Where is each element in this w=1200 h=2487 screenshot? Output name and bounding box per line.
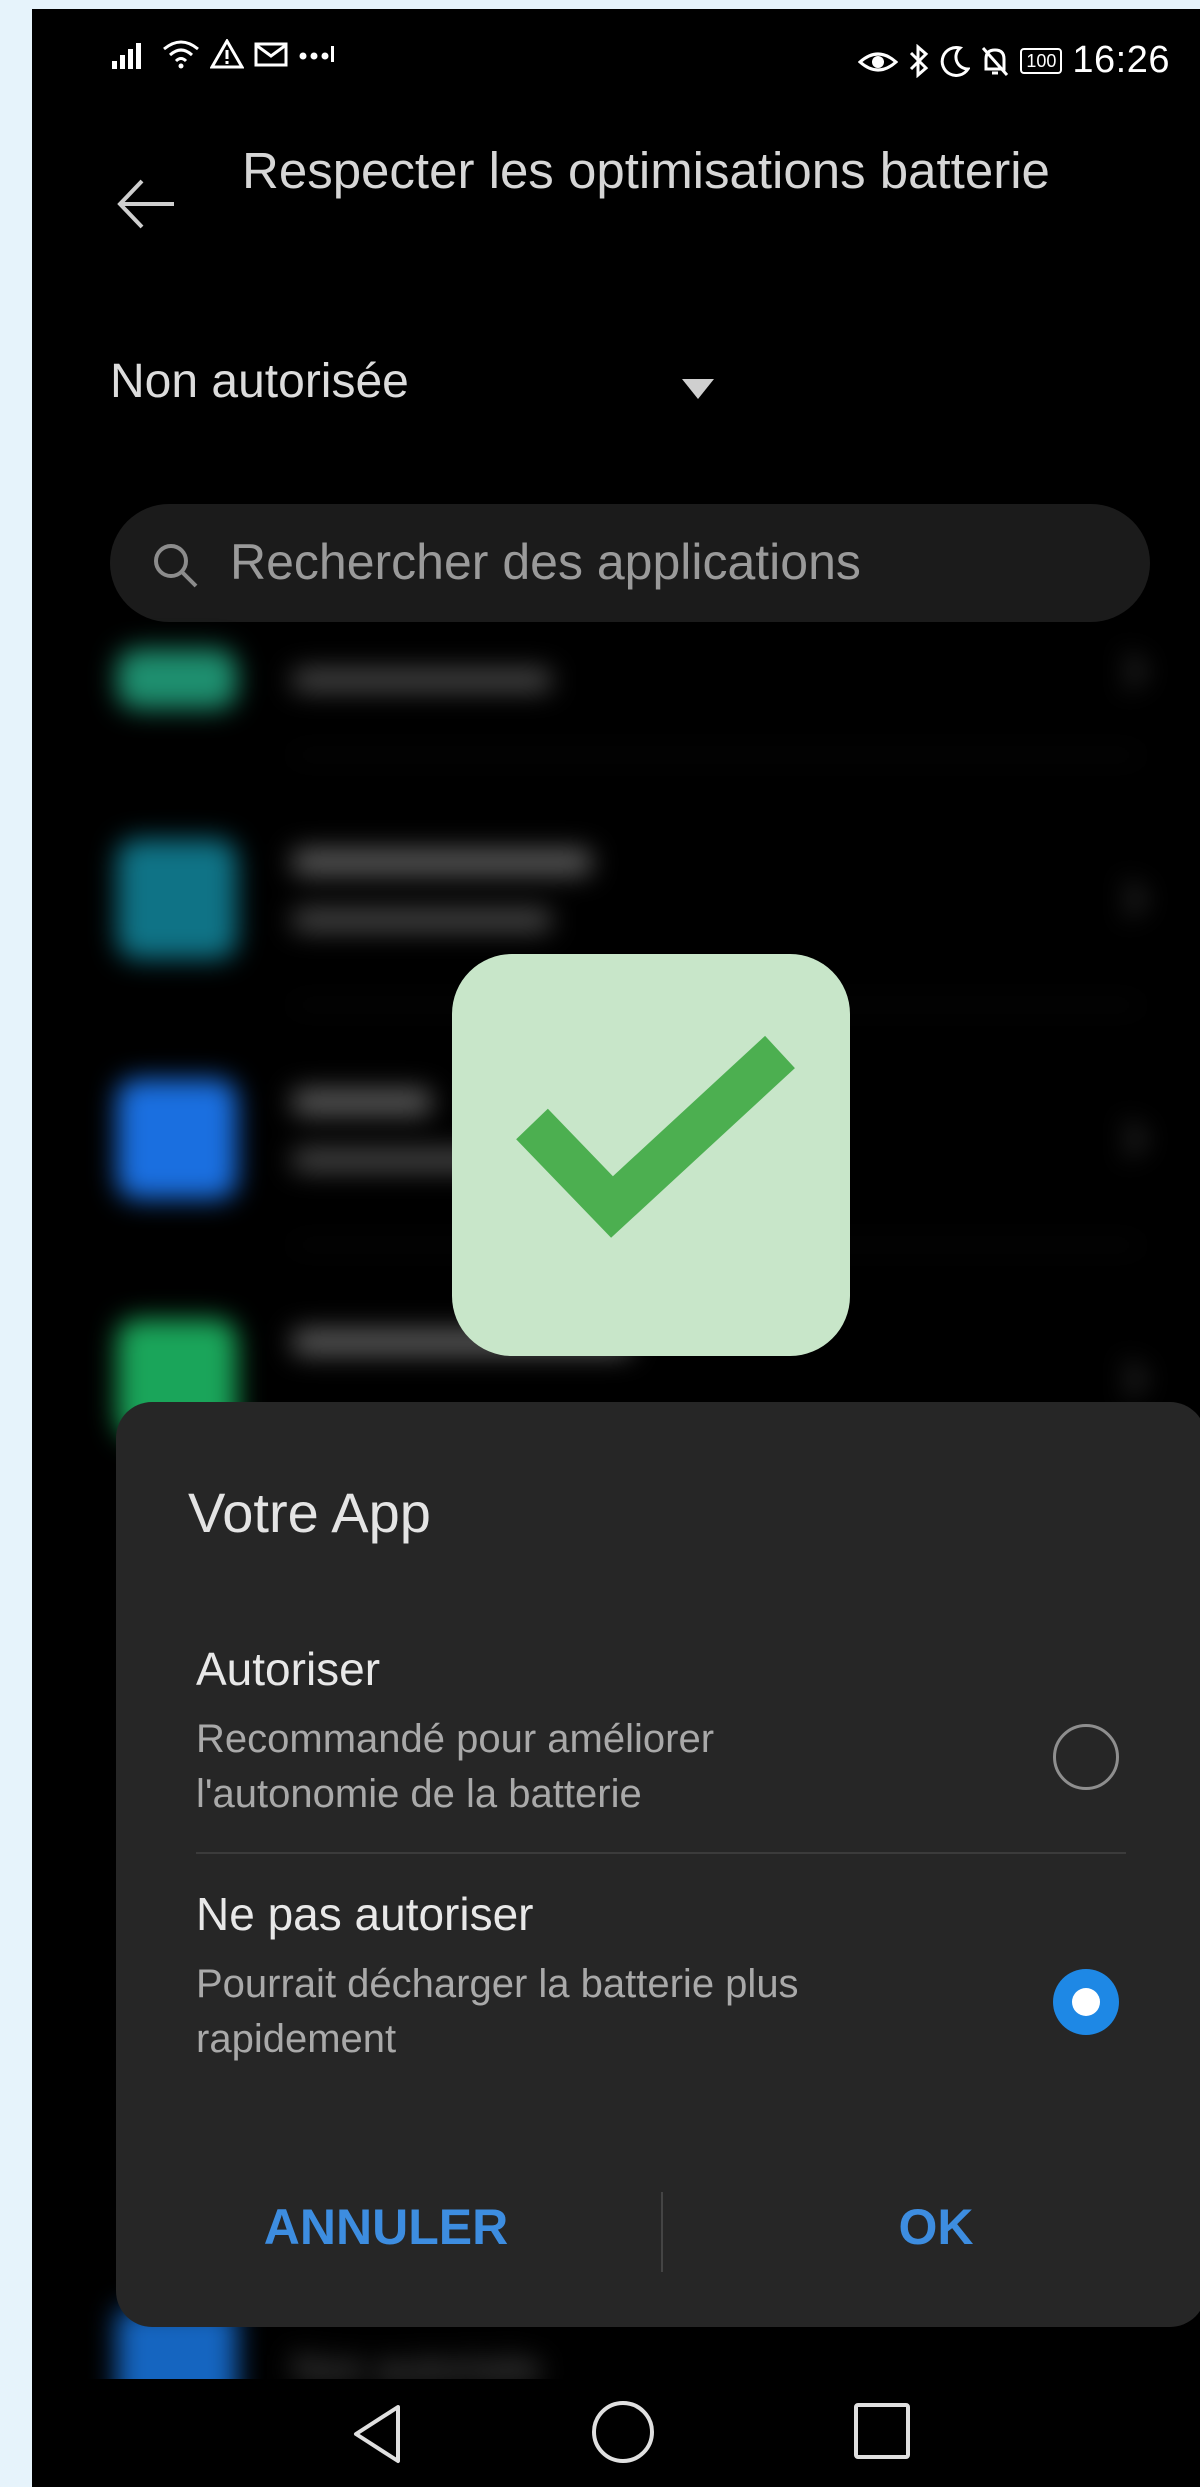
status-bar: 100 16:26 bbox=[32, 9, 1200, 99]
permission-dialog: Votre App Autoriser Recommandé pour amél… bbox=[116, 1402, 1200, 2327]
chevron-right-icon bbox=[1111, 654, 1145, 688]
bell-off-icon bbox=[982, 46, 1009, 76]
success-badge bbox=[452, 954, 850, 1356]
more-dots-icon bbox=[299, 46, 334, 62]
battery-icon: 100 bbox=[1020, 47, 1063, 74]
status-left-icons bbox=[112, 39, 334, 69]
app-name-placeholder bbox=[292, 849, 592, 875]
option-description: Pourrait décharger la batterie plus rapi… bbox=[196, 1962, 799, 2061]
app-icon bbox=[117, 839, 237, 959]
search-input[interactable] bbox=[230, 526, 1090, 598]
app-icon bbox=[117, 649, 237, 709]
signal-icon bbox=[112, 43, 141, 69]
option-description: Recommandé pour améliorer l'autonomie de… bbox=[196, 1717, 715, 1816]
search-bar[interactable] bbox=[110, 504, 1150, 622]
arrow-left-icon[interactable] bbox=[112, 169, 182, 239]
dropdown-arrow-icon[interactable] bbox=[682, 379, 714, 399]
app-status-placeholder bbox=[292, 669, 552, 691]
phone-screen: 100 16:26 Respecter les optimisations ba… bbox=[32, 9, 1200, 2487]
filter-dropdown[interactable]: Non autorisée bbox=[110, 354, 409, 409]
bluetooth-icon bbox=[910, 43, 929, 78]
dialog-title: Votre App bbox=[188, 1481, 431, 1544]
divider bbox=[292, 754, 1140, 756]
search-icon bbox=[154, 544, 198, 588]
radio-deny[interactable] bbox=[1053, 1969, 1119, 2035]
eye-icon bbox=[858, 52, 899, 71]
wifi-icon bbox=[163, 40, 199, 69]
status-right-icons: 100 16:26 bbox=[858, 39, 1170, 82]
mail-icon bbox=[254, 42, 288, 67]
button-divider bbox=[661, 2192, 663, 2272]
checkmark-icon bbox=[516, 1035, 795, 1238]
option-label: Autoriser bbox=[196, 1643, 381, 1695]
page-title: Respecter les optimisations batterie bbox=[242, 142, 1050, 199]
warning-icon bbox=[210, 39, 244, 69]
app-name-placeholder bbox=[292, 1089, 432, 1115]
option-label: Ne pas autoriser bbox=[196, 1888, 534, 1940]
nav-back-icon[interactable] bbox=[342, 2399, 412, 2469]
cancel-button[interactable]: ANNULER bbox=[156, 2182, 616, 2272]
chevron-right-icon bbox=[1111, 1362, 1145, 1396]
chevron-right-icon bbox=[1111, 1122, 1145, 1156]
chevron-right-icon bbox=[1111, 882, 1145, 916]
radio-allow[interactable] bbox=[1053, 1724, 1119, 1790]
moon-icon bbox=[941, 45, 971, 77]
divider bbox=[196, 1852, 1126, 1854]
app-status-placeholder bbox=[292, 909, 552, 931]
navigation-bar bbox=[32, 2379, 1200, 2487]
ok-button[interactable]: OK bbox=[706, 2182, 1166, 2272]
nav-recents-icon[interactable] bbox=[854, 2403, 910, 2459]
app-icon bbox=[117, 1079, 237, 1199]
nav-home-icon[interactable] bbox=[592, 2401, 654, 2463]
clock: 16:26 bbox=[1072, 39, 1170, 81]
